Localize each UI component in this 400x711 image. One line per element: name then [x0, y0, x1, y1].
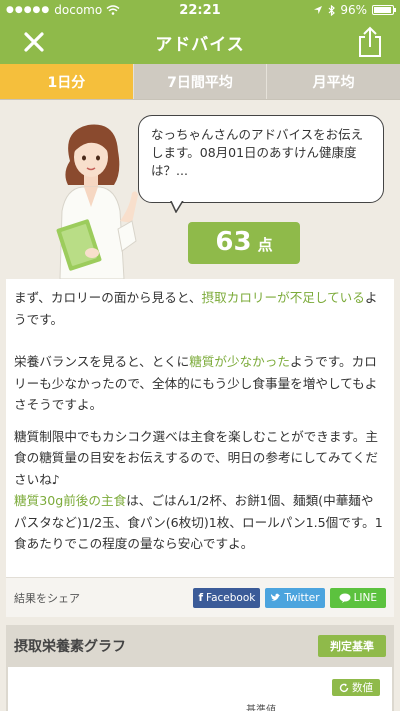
battery-icon	[372, 5, 396, 15]
status-bar: ●●●●● docomo 22:21 96%	[0, 0, 400, 20]
values-toggle-label: 数値	[352, 682, 373, 694]
facebook-share-button[interactable]: f Facebook	[193, 587, 261, 608]
refresh-icon	[339, 683, 349, 692]
nutrient-graph-section: 摂取栄養素グラフ 判定基準 数値 基準値	[6, 625, 394, 711]
advice-paragraph-calorie: まず、カロリーの面から見ると、摂取カロリーが不足しているようです。	[14, 287, 386, 330]
facebook-icon: f	[198, 591, 204, 604]
highlight-text: 摂取カロリーが不足している	[201, 290, 365, 305]
twitter-label: Twitter	[284, 591, 320, 604]
nutrient-graph-title: 摂取栄養素グラフ	[14, 639, 126, 655]
clock: 22:21	[179, 2, 221, 18]
health-score-value: 63	[215, 227, 252, 257]
advice-paragraph-carb-tip: 糖質制限中でもカシコク選べは主食を楽しむことができます。主食の糖質量の目安をお伝…	[14, 428, 378, 487]
tab-1day[interactable]: 1日分	[0, 64, 133, 99]
advisor-illustration	[56, 124, 138, 279]
facebook-label: Facebook	[206, 591, 256, 604]
health-score-badge: 63 点	[188, 222, 300, 264]
close-icon[interactable]	[20, 28, 48, 56]
twitter-icon	[271, 593, 281, 601]
period-tabs: 1日分 7日間平均 月平均	[0, 64, 400, 100]
highlight-text: 糖質が少なかった	[189, 354, 290, 369]
advice-paragraph-balance: 栄養バランスを見ると、とくに糖質が少なかったようです。カロリーも少なかったので、…	[14, 351, 386, 416]
nutrient-graph-body: 数値 基準値	[8, 667, 392, 711]
criteria-button[interactable]: 判定基準	[318, 635, 386, 657]
tab-7day-average[interactable]: 7日間平均	[132, 64, 267, 99]
share-bar: 結果をシェア f Facebook Twitter LINE	[6, 577, 394, 617]
advice-speech-bubble: なっちゃんさんのアドバイスをお伝えします。08月01日のあすけん健康度は？...	[138, 115, 384, 203]
page-title: アドバイス	[155, 34, 245, 55]
advice-text: 栄養バランスを見ると、とくに	[14, 354, 190, 369]
health-score-unit: 点	[257, 236, 273, 254]
values-toggle-button[interactable]: 数値	[332, 679, 380, 696]
app-header: アドバイス	[0, 20, 400, 64]
advisor-section: なっちゃんさんのアドバイスをお伝えします。08月01日のあすけん健康度は？...…	[0, 101, 400, 279]
tab-monthly-average[interactable]: 月平均	[266, 64, 400, 99]
share-icon[interactable]	[356, 26, 384, 58]
line-share-button[interactable]: LINE	[329, 587, 386, 608]
line-label: LINE	[353, 591, 377, 604]
highlight-text: 糖質30g前後の主食	[14, 493, 127, 508]
advice-card: まず、カロリーの面から見ると、摂取カロリーが不足しているようです。 栄養バランス…	[6, 279, 394, 577]
twitter-share-button[interactable]: Twitter	[265, 587, 325, 608]
advice-text: まず、カロリーの面から見ると、	[14, 290, 202, 305]
share-label: 結果をシェア	[14, 591, 80, 605]
base-value-label: 基準値	[246, 705, 276, 711]
advice-paragraph-staple: 糖質30g前後の主食は、ごはん1/2杯、お餅1個、麺類(中華麺やパスタなど)1/…	[14, 490, 386, 555]
speech-bubble-tail	[169, 199, 187, 213]
line-icon	[339, 593, 351, 603]
